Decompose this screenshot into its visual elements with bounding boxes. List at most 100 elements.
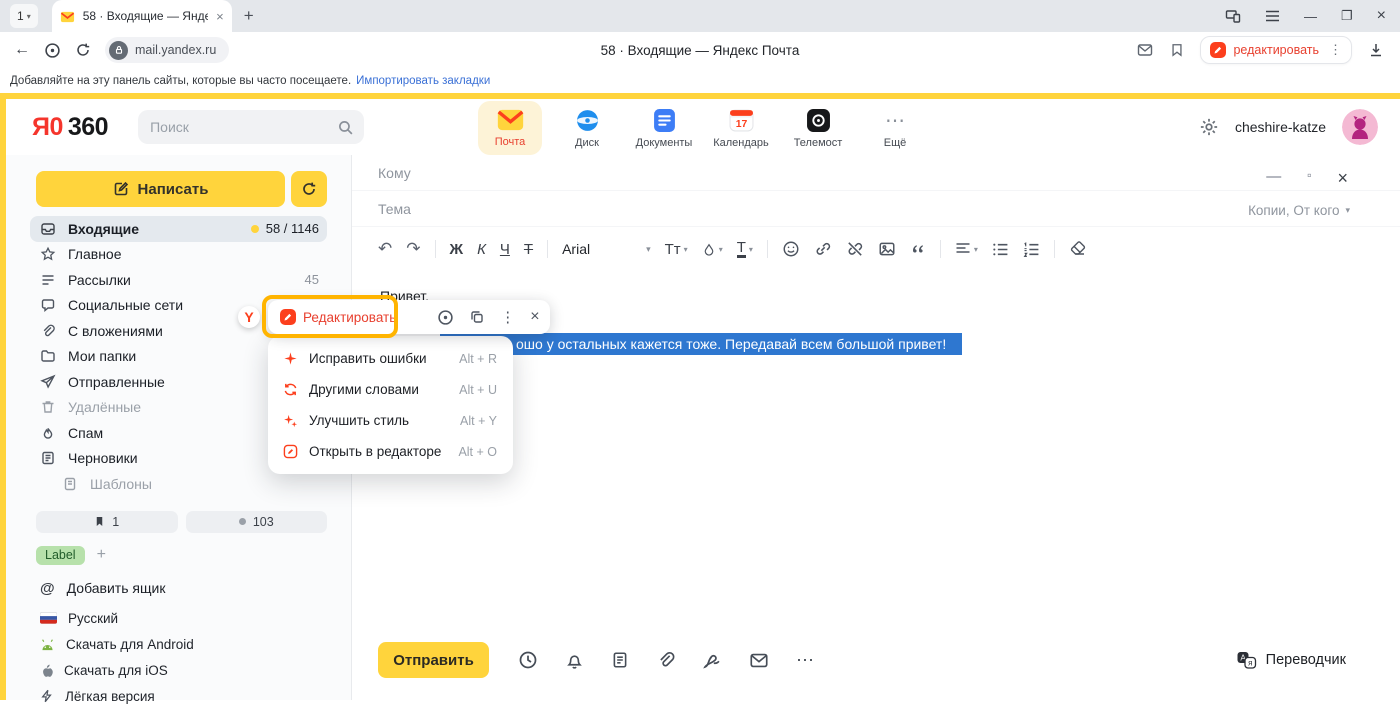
app-calendar[interactable]: 17 Календарь [709, 101, 773, 155]
align-button[interactable]: ▾ [955, 242, 978, 256]
numbered-list-icon[interactable] [1023, 242, 1040, 257]
redo-icon[interactable]: ↷ [406, 239, 420, 259]
search-box[interactable] [138, 110, 364, 144]
alice-search-icon[interactable] [437, 309, 454, 326]
active-tab[interactable]: 58 · Входящие — Янде × [52, 0, 232, 32]
light-version-link[interactable]: Лёгкая версия [40, 689, 327, 704]
unlink-icon[interactable] [846, 240, 864, 258]
svg-text:я: я [1248, 659, 1252, 668]
ios-link[interactable]: Скачать для iOS [40, 663, 327, 678]
sidebar-item-templates[interactable]: Шаблоны [30, 471, 327, 497]
compose-restore-icon[interactable]: ▫ [1307, 168, 1311, 189]
search-input[interactable] [150, 119, 337, 135]
settings-gear-icon[interactable] [1199, 117, 1219, 137]
chevron-down-icon: ▾ [974, 245, 978, 254]
to-field[interactable]: Кому [352, 155, 1400, 191]
compose-button-label: Написать [138, 181, 209, 198]
menu-item-open-editor[interactable]: Открыть в редакторе Alt + O [268, 436, 513, 467]
eraser-icon[interactable] [1069, 241, 1087, 257]
editor-extension-button[interactable]: редактировать ⋮ [1200, 36, 1352, 64]
attach-file-icon[interactable] [656, 650, 675, 670]
app-mail[interactable]: Почта [478, 101, 542, 155]
text-color-button[interactable]: Т▾ [737, 241, 753, 258]
window-minimize-icon[interactable]: — [1304, 9, 1317, 24]
devices-icon[interactable] [1225, 8, 1241, 24]
label-tag[interactable]: Label [36, 546, 85, 565]
formatting-toolbar: ↶ ↷ Ж К Ч Т Arial▾ Тт▾ ▾ Т▾ [352, 227, 1400, 269]
tab-counter[interactable]: 1▾ [10, 4, 38, 28]
search-icon[interactable] [337, 119, 354, 136]
fill-color-button[interactable]: ▾ [702, 242, 723, 257]
app-telemost[interactable]: Телемост [786, 101, 850, 155]
new-tab-button[interactable]: + [244, 6, 254, 26]
underline-button[interactable]: Ч [500, 241, 510, 258]
cc-from-toggle[interactable]: Копии, От кого ▾ [1248, 203, 1350, 218]
newsletters-icon [40, 272, 56, 288]
app-docs[interactable]: Документы [632, 101, 696, 155]
import-bookmarks-link[interactable]: Импортировать закладки [356, 75, 490, 87]
sidebar-item-newsletters[interactable]: Рассылки 45 [30, 267, 327, 293]
browser-menu-icon[interactable] [1265, 10, 1280, 22]
add-label-icon[interactable]: + [97, 546, 106, 564]
compose-minimize-icon[interactable]: — [1266, 168, 1281, 189]
menu-item-improve-style[interactable]: Улучшить стиль Alt + Y [268, 405, 513, 436]
app-disk[interactable]: Диск [555, 101, 619, 155]
menu-item-fix-errors[interactable]: Исправить ошибки Alt + R [268, 343, 513, 374]
reminder-bell-icon[interactable] [565, 650, 584, 670]
edit-selection-button[interactable]: Редактировать [280, 309, 422, 325]
editor-pill-menu-icon[interactable]: ⋮ [1329, 42, 1342, 58]
selection-close-icon[interactable]: × [530, 308, 539, 326]
sidebar-item-main[interactable]: Главное [30, 242, 327, 268]
selected-text[interactable]: ошо у остальных кажется тоже. Передавай … [440, 333, 962, 355]
font-size-select[interactable]: Тт▾ [665, 241, 688, 258]
menu-item-rephrase[interactable]: Другими словами Alt + U [268, 374, 513, 405]
insert-image-icon[interactable] [878, 240, 896, 258]
compose-close-icon[interactable]: × [1337, 168, 1348, 189]
avatar[interactable] [1342, 109, 1378, 145]
send-button[interactable]: Отправить [378, 642, 489, 678]
app-more[interactable]: ⋯ Ещё [863, 101, 927, 155]
schedule-clock-icon[interactable] [518, 650, 538, 670]
bookmarked-count-pill[interactable]: 1 [36, 511, 178, 533]
font-family-select[interactable]: Arial▾ [562, 241, 651, 257]
copy-icon[interactable] [469, 309, 485, 325]
sidebar-item-inbox[interactable]: Входящие 58 / 1146 [30, 216, 327, 242]
bookmark-icon[interactable] [1170, 42, 1184, 58]
unread-count-pill[interactable]: 103 [186, 511, 328, 533]
bold-button[interactable]: Ж [450, 241, 464, 258]
more-options-icon[interactable]: ⋯ [796, 650, 816, 671]
username[interactable]: cheshire-katze [1235, 119, 1326, 135]
emoji-icon[interactable] [782, 240, 800, 258]
selection-more-icon[interactable]: ⋮ [500, 308, 515, 326]
mail-shortcut-icon[interactable] [1136, 42, 1154, 58]
window-close-icon[interactable]: × [1377, 7, 1386, 25]
tab-close-icon[interactable]: × [216, 9, 224, 24]
link-icon[interactable] [814, 240, 832, 258]
paperclip-icon [40, 323, 56, 339]
window-maximize-icon[interactable]: ❐ [1341, 8, 1353, 24]
undo-icon[interactable]: ↶ [378, 239, 392, 259]
alice-icon[interactable] [44, 42, 61, 59]
note-icon[interactable] [611, 650, 629, 670]
back-icon[interactable]: ← [14, 41, 30, 59]
signature-pen-icon[interactable] [702, 650, 722, 670]
quote-icon[interactable] [910, 241, 926, 257]
lock-icon[interactable] [109, 41, 128, 60]
compose-button[interactable]: Написать [36, 171, 285, 207]
yandex-y-icon[interactable]: Y [238, 306, 260, 328]
refresh-mail-button[interactable] [291, 171, 327, 207]
italic-button[interactable]: К [477, 241, 486, 258]
language-link[interactable]: Русский [40, 611, 327, 626]
yandex-360-logo[interactable]: Я0 360 [32, 113, 108, 142]
envelope-icon[interactable] [749, 651, 769, 670]
url-field[interactable]: mail.yandex.ru [105, 37, 229, 63]
subject-field[interactable]: Тема [352, 191, 1400, 227]
strikethrough-button[interactable]: Т [524, 241, 533, 258]
download-icon[interactable] [1368, 42, 1384, 58]
svg-text:17: 17 [735, 119, 747, 130]
add-mailbox[interactable]: @ Добавить ящик [40, 580, 327, 597]
translator-button[interactable]: Ая Переводчик [1236, 650, 1346, 670]
android-link[interactable]: Скачать для Android [40, 637, 327, 652]
refresh-icon[interactable] [75, 42, 91, 58]
bullet-list-icon[interactable] [992, 242, 1009, 257]
